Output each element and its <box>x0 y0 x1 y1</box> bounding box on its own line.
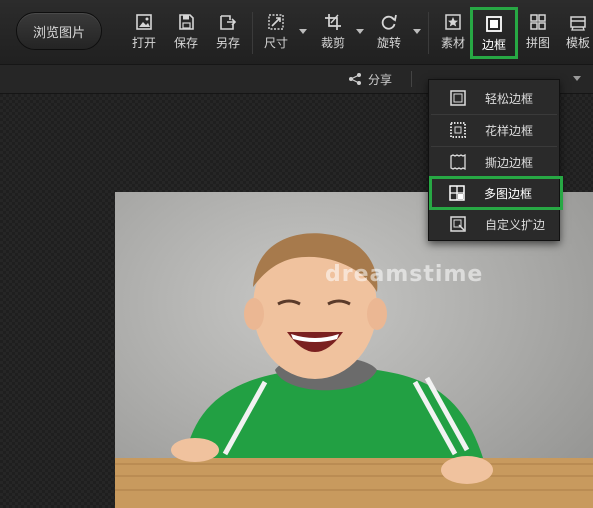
save-label: 保存 <box>173 36 198 50</box>
menu-item-pattern-frame[interactable]: 花样边框 <box>431 115 557 145</box>
main-toolbar: 浏览图片 打开 保存 另存 尺寸 裁剪 旋转 素材 边框 拼图 模板 <box>0 0 593 65</box>
save-as-button[interactable]: 另存 <box>212 8 244 56</box>
save-as-icon <box>220 15 237 30</box>
size-label: 尺寸 <box>263 36 288 50</box>
menu-item-multi-image-frame[interactable]: 多图边框 <box>429 176 563 210</box>
grid-icon <box>530 14 546 30</box>
toolbar-divider <box>428 12 429 54</box>
save-button[interactable]: 保存 <box>170 8 202 56</box>
save-icon <box>179 14 194 30</box>
rotate-icon <box>381 14 397 30</box>
crop-button[interactable]: 裁剪 <box>317 8 349 56</box>
share-label: 分享 <box>368 72 393 87</box>
photo-watermark: dreamstime <box>325 262 484 287</box>
material-label: 素材 <box>440 36 465 50</box>
template-icon <box>570 16 586 31</box>
rotate-dropdown-arrow[interactable] <box>413 29 421 34</box>
size-dropdown-arrow[interactable] <box>299 29 307 34</box>
border-dropdown-menu: 轻松边框 花样边框 撕边边框 多图边框 自定义扩边 <box>428 79 563 241</box>
rotate-label: 旋转 <box>376 36 401 50</box>
crop-dropdown-arrow[interactable] <box>356 29 364 34</box>
pattern-frame-icon <box>450 122 466 138</box>
simple-frame-icon <box>450 90 466 106</box>
share-button[interactable]: 分享 <box>348 69 392 89</box>
frame-icon <box>486 16 502 32</box>
collage-label: 拼图 <box>525 36 550 50</box>
torn-edge-frame-icon <box>450 153 466 171</box>
toolbar-divider <box>252 12 253 54</box>
border-button[interactable]: 边框 <box>470 7 518 59</box>
menu-item-simple-frame[interactable]: 轻松边框 <box>431 83 557 113</box>
menu-item-label: 轻松边框 <box>485 91 534 106</box>
subbar-divider <box>411 71 412 87</box>
custom-extend-icon <box>450 216 466 232</box>
sticker-star-icon <box>445 14 461 30</box>
collage-button[interactable]: 拼图 <box>522 8 554 56</box>
border-label: 边框 <box>481 38 506 52</box>
size-button[interactable]: 尺寸 <box>260 8 292 56</box>
browse-images-button[interactable]: 浏览图片 <box>16 12 102 50</box>
open-image-icon <box>136 14 152 30</box>
menu-item-label: 多图边框 <box>484 186 533 201</box>
open-label: 打开 <box>131 36 156 50</box>
crop-icon <box>325 14 341 30</box>
resize-icon <box>268 14 284 30</box>
share-icon <box>349 73 361 85</box>
crop-label: 裁剪 <box>320 36 345 50</box>
save-as-label: 另存 <box>215 36 240 50</box>
app-window: 浏览图片 打开 保存 另存 尺寸 裁剪 旋转 素材 边框 拼图 模板 分享 dr… <box>0 0 593 508</box>
template-label: 模板 <box>565 36 590 50</box>
menu-item-custom-extend[interactable]: 自定义扩边 <box>431 209 557 239</box>
rotate-button[interactable]: 旋转 <box>373 8 405 56</box>
multi-image-frame-icon <box>449 185 465 201</box>
menu-item-label: 自定义扩边 <box>485 217 546 232</box>
menu-item-label: 花样边框 <box>485 123 534 138</box>
material-button[interactable]: 素材 <box>436 8 470 56</box>
template-button[interactable]: 模板 <box>563 8 593 56</box>
menu-item-torn-edge-frame[interactable]: 撕边边框 <box>431 147 557 177</box>
menu-item-label: 撕边边框 <box>485 155 534 170</box>
subbar-dropdown-arrow[interactable] <box>573 76 581 81</box>
open-button[interactable]: 打开 <box>128 8 160 56</box>
